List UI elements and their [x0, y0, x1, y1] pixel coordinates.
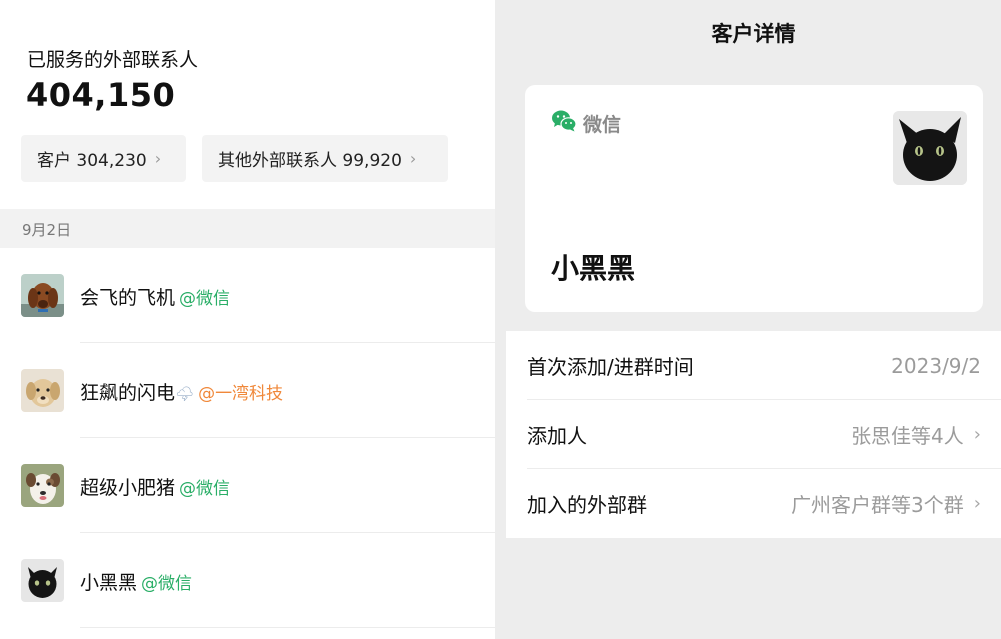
row-label: 添加人 — [527, 424, 587, 448]
row-value: 广州客户群等3个群 › — [791, 493, 981, 517]
customer-detail-panel: 客户详情 微信 小黑黑 首次添加/进群时间 2023/9/2 添加人 张思佳等4… — [506, 0, 1001, 639]
storm-cloud-icon: 🌩 — [175, 385, 195, 403]
dog-avatar — [21, 274, 64, 317]
row-label: 加入的外部群 — [527, 493, 647, 517]
joined-groups-row[interactable]: 加入的外部群 广州客户群等3个群 › — [527, 469, 981, 538]
source-badge: 微信 — [551, 109, 621, 138]
chevron-right-icon: › — [154, 149, 162, 168]
contact-tag: @一湾科技 — [198, 384, 284, 404]
added-by-row[interactable]: 添加人 张思佳等4人 › — [527, 400, 1001, 469]
black-cat-avatar — [21, 559, 64, 602]
black-cat-avatar[interactable] — [893, 111, 967, 185]
chevron-right-icon: › — [973, 493, 981, 514]
divider — [80, 627, 495, 628]
customer-name: 小黑黑 — [551, 252, 636, 285]
contact-tag: @微信 — [179, 289, 231, 309]
customer-card: 微信 小黑黑 — [525, 85, 983, 312]
white-dog-avatar — [21, 464, 64, 507]
list-item[interactable]: 超级小肥猪 @微信 — [0, 438, 495, 533]
chevron-right-icon: › — [409, 149, 417, 168]
date-section-header: 9月2日 — [0, 209, 495, 248]
contacts-panel: 已服务的外部联系人 404,150 客户 304,230 › 其他外部联系人 9… — [0, 0, 495, 639]
row-value: 张思佳等4人 › — [851, 424, 981, 448]
other-contacts-chip[interactable]: 其他外部联系人 99,920 › — [202, 135, 448, 182]
summary-total: 404,150 — [26, 76, 176, 114]
wechat-icon — [551, 109, 577, 138]
row-value: 2023/9/2 — [891, 353, 981, 378]
other-contacts-chip-label: 其他外部联系人 99,920 — [218, 151, 402, 171]
list-item[interactable]: 小黑黑 @微信 — [0, 533, 495, 628]
page-title: 客户详情 — [711, 22, 796, 46]
contact-tag: @微信 — [179, 479, 231, 499]
list-item[interactable]: 狂飙的闪电🌩 @一湾科技 — [0, 343, 495, 438]
list-item[interactable]: 会飞的飞机 @微信 — [0, 248, 495, 343]
chevron-right-icon: › — [973, 424, 981, 445]
first-added-row: 首次添加/进群时间 2023/9/2 — [527, 331, 1001, 400]
contact-name: 超级小肥猪 @微信 — [80, 477, 231, 499]
summary-label: 已服务的外部联系人 — [27, 49, 199, 71]
contact-name: 会飞的飞机 @微信 — [80, 287, 231, 309]
customers-chip[interactable]: 客户 304,230 › — [21, 135, 186, 182]
customer-info-list: 首次添加/进群时间 2023/9/2 添加人 张思佳等4人 › 加入的外部群 广州… — [506, 331, 1001, 538]
source-label: 微信 — [583, 114, 622, 136]
contact-name: 小黑黑 @微信 — [80, 572, 193, 594]
contact-name: 狂飙的闪电🌩 @一湾科技 — [80, 382, 284, 404]
labrador-avatar — [21, 369, 64, 412]
customers-chip-label: 客户 304,230 — [37, 151, 147, 171]
row-label: 首次添加/进群时间 — [527, 355, 694, 379]
contact-tag: @微信 — [141, 574, 193, 594]
